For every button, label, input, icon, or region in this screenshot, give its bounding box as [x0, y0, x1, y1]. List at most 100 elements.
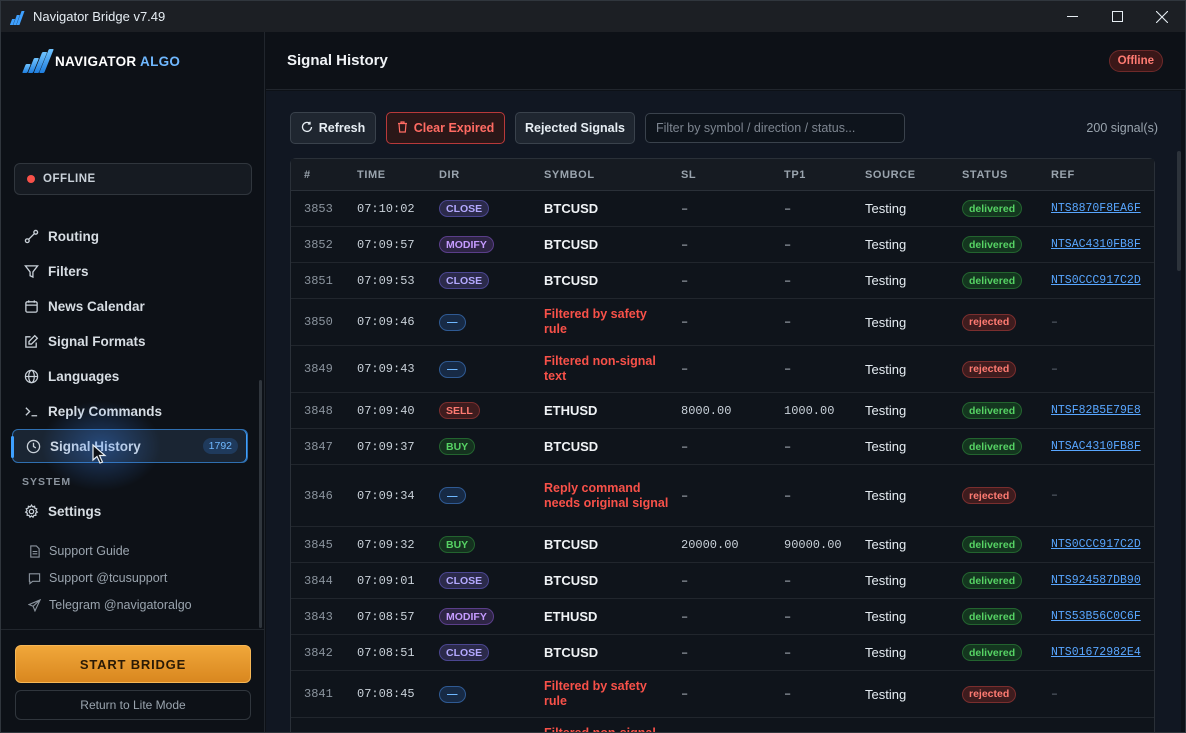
status-badge: delivered [962, 402, 1023, 419]
maximize-icon[interactable] [1094, 1, 1140, 32]
row-ref-link[interactable]: NTS0CCC917C2D [1051, 527, 1141, 562]
sidebar-item-partial[interactable] [11, 200, 248, 209]
row-time: 07:08:57 [357, 609, 415, 624]
row-direction: SELL [439, 393, 480, 428]
row-symbol: BTCUSD [544, 237, 599, 252]
column-header[interactable]: TIME [357, 169, 386, 181]
row-sl: – [681, 273, 689, 288]
clock-icon [25, 438, 41, 454]
row-time: 07:09:43 [357, 362, 415, 376]
app-window: Navigator Bridge v7.49 NAVIGATOR ALGO OF… [0, 0, 1186, 733]
row-ref-link: – [1051, 489, 1058, 502]
sidebar-item-languages[interactable]: Languages [11, 359, 248, 393]
status-badge: rejected [962, 313, 1017, 331]
refresh-button[interactable]: Refresh [290, 112, 376, 144]
close-icon[interactable] [1139, 1, 1185, 32]
signal-table: # TIME DIR SYMBOL SL TP1 SOURCE STATUS R… [290, 158, 1155, 732]
table-row[interactable]: 3841 07:08:45 — Filtered by safety rule – – Te… [291, 671, 1154, 718]
row-ref-link[interactable]: NTS0CCC917C2D [1051, 263, 1141, 298]
row-direction: — [439, 346, 466, 392]
status-badge: rejected [962, 487, 1017, 504]
minimize-icon[interactable] [1049, 1, 1095, 32]
row-number: 3848 [304, 403, 333, 418]
support-chat-link[interactable]: Support @tcusupport [27, 568, 167, 588]
column-header[interactable]: SOURCE [865, 169, 916, 181]
row-status: rejected [962, 671, 1017, 717]
column-header[interactable]: REF [1051, 169, 1075, 181]
column-header[interactable]: TP1 [784, 169, 806, 181]
row-time: 07:09:57 [357, 237, 415, 252]
row-number: 3852 [304, 237, 333, 252]
row-tp1: – [784, 488, 792, 503]
table-row[interactable]: 3846 07:09:34 — Reply command needs origina… [291, 465, 1154, 527]
table-row[interactable]: 3848 07:09:40 SELL ETHUSD 8000.00 1000.00 Test… [291, 393, 1154, 429]
row-symbol: BTCUSD [544, 201, 599, 216]
table-row[interactable]: 3845 07:09:32 BUY BTCUSD 20000.00 90000.00 Tes… [291, 527, 1154, 563]
row-direction: CLOSE [439, 263, 490, 298]
row-ref-link[interactable]: NTS53B56C0C6F [1051, 599, 1141, 634]
column-header[interactable]: SYMBOL [544, 169, 595, 181]
brand-mark-icon [21, 49, 54, 73]
row-source: Testing [865, 403, 907, 418]
row-sl: 8000.00 [681, 403, 732, 418]
filter-input[interactable] [645, 113, 905, 143]
sidebar-item-routing[interactable]: Routing [11, 219, 248, 253]
row-symbol: Filtered by safety rule [544, 679, 647, 708]
app-logo-icon [9, 9, 27, 25]
direction-badge: MODIFY [439, 608, 494, 625]
row-number: 3841 [304, 687, 333, 701]
table-row[interactable]: 3844 07:09:01 CLOSE BTCUSD – – Testing delivere… [291, 563, 1154, 599]
table-row[interactable]: 384007:08:41—Filtered non-signal text––T… [291, 718, 1154, 732]
row-time: 07:09:40 [357, 403, 415, 418]
start-bridge-button[interactable]: START BRIDGE [15, 645, 251, 683]
telegram-link[interactable]: Telegram @navigatoralgo [27, 595, 192, 615]
row-symbol: ETHUSD [544, 609, 598, 624]
table-row[interactable]: 3851 07:09:53 CLOSE BTCUSD – – Testing delivere… [291, 263, 1154, 299]
clear-expired-button[interactable]: Clear Expired [386, 112, 505, 144]
row-ref-link[interactable]: NTS924587DB90 [1051, 563, 1141, 598]
table-row[interactable]: 3849 07:09:43 — Filtered non-signal text – – T… [291, 346, 1154, 393]
column-header[interactable]: STATUS [962, 169, 1008, 181]
sidebar-item-reply-commands[interactable]: Reply Commands [11, 394, 248, 428]
brand-accent: ALGO [140, 53, 181, 69]
status-badge: Offline [1108, 50, 1163, 72]
table-row[interactable]: 3852 07:09:57 MODIFY BTCUSD – – Testing deliver… [291, 227, 1154, 263]
row-status: delivered [962, 227, 1023, 262]
lite-mode-button[interactable]: Return to Lite Mode [15, 690, 251, 720]
table-row[interactable]: 3853 07:10:02 CLOSE BTCUSD – – Testing delivere… [291, 191, 1154, 227]
table-row[interactable]: 3850 07:09:46 — Filtered by safety rule – – Te… [291, 299, 1154, 346]
row-time: 07:09:01 [357, 573, 415, 588]
row-tp1: – [784, 687, 792, 701]
table-row[interactable]: 3847 07:09:37 BUY BTCUSD – – Testing delivered N… [291, 429, 1154, 465]
sidebar-item-signal-formats[interactable]: Signal Formats [11, 324, 248, 358]
table-row[interactable]: 3843 07:08:57 MODIFY ETHUSD – – Testing deliver… [291, 599, 1154, 635]
row-ref-link[interactable]: NTSF82B5E79E8 [1051, 393, 1141, 428]
row-ref-link[interactable]: NTS01672982E4 [1051, 635, 1141, 670]
sidebar-item-settings[interactable]: Settings [11, 494, 248, 528]
sidebar-item-filters[interactable]: Filters [11, 254, 248, 288]
row-ref-link[interactable]: NTSAC4310FB8F [1051, 227, 1141, 262]
row-status: rejected [962, 465, 1017, 526]
row-ref-link[interactable]: NTS8870F8EA6F [1051, 191, 1141, 226]
support-guide-link[interactable]: Support Guide [27, 541, 130, 561]
column-header[interactable]: # [304, 169, 311, 181]
column-header[interactable]: SL [681, 169, 696, 181]
content-scrollbar[interactable] [1177, 151, 1181, 271]
sidebar-scrollbar[interactable] [259, 380, 262, 628]
sidebar-item-news-calendar[interactable]: News Calendar [11, 289, 248, 323]
column-header[interactable]: DIR [439, 169, 460, 181]
status-badge: delivered [962, 236, 1023, 253]
rejected-signals-button[interactable]: Rejected Signals [515, 112, 635, 144]
row-status: delivered [962, 393, 1023, 428]
row-source: Testing [865, 201, 907, 216]
sidebar-item-signal-history[interactable]: Signal History 1792 [11, 429, 248, 463]
row-sl: – [681, 201, 689, 216]
signal-count-badge: 1792 [202, 438, 238, 454]
sidebar-item-label: Signal Formats [48, 333, 146, 349]
table-row[interactable]: 3842 07:08:51 CLOSE BTCUSD – – Testing delivere… [291, 635, 1154, 671]
gear-icon [23, 503, 39, 519]
document-icon [27, 544, 41, 558]
row-ref-link[interactable]: NTSAC4310FB8F [1051, 429, 1141, 464]
status-badge: delivered [962, 572, 1023, 589]
status-badge: delivered [962, 272, 1023, 289]
